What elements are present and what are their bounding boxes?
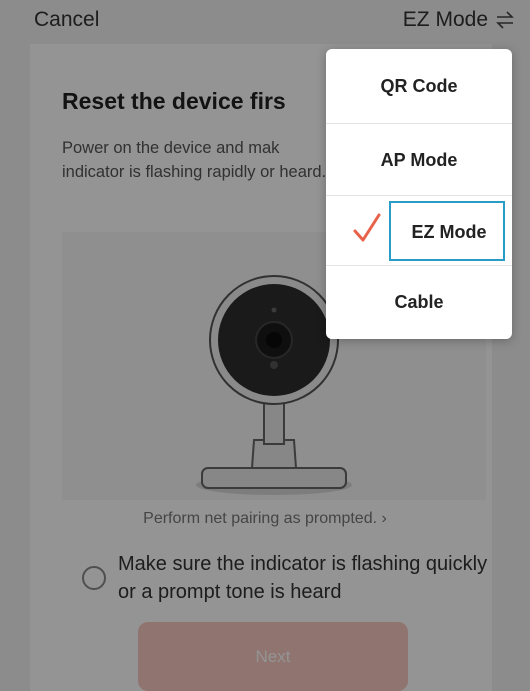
- menu-divider: [326, 195, 512, 196]
- menu-item-ap-mode[interactable]: AP Mode: [326, 125, 512, 195]
- menu-divider: [326, 123, 512, 124]
- check-icon: [353, 213, 381, 242]
- menu-item-qr-code[interactable]: QR Code: [326, 51, 512, 121]
- menu-item-cable[interactable]: Cable: [326, 267, 512, 337]
- app-screen: Cancel EZ Mode Reset the device firs Pow…: [0, 0, 530, 691]
- menu-divider: [326, 265, 512, 266]
- mode-menu: QR Code AP Mode EZ Mode Cable: [326, 49, 512, 339]
- selection-highlight: [389, 201, 505, 261]
